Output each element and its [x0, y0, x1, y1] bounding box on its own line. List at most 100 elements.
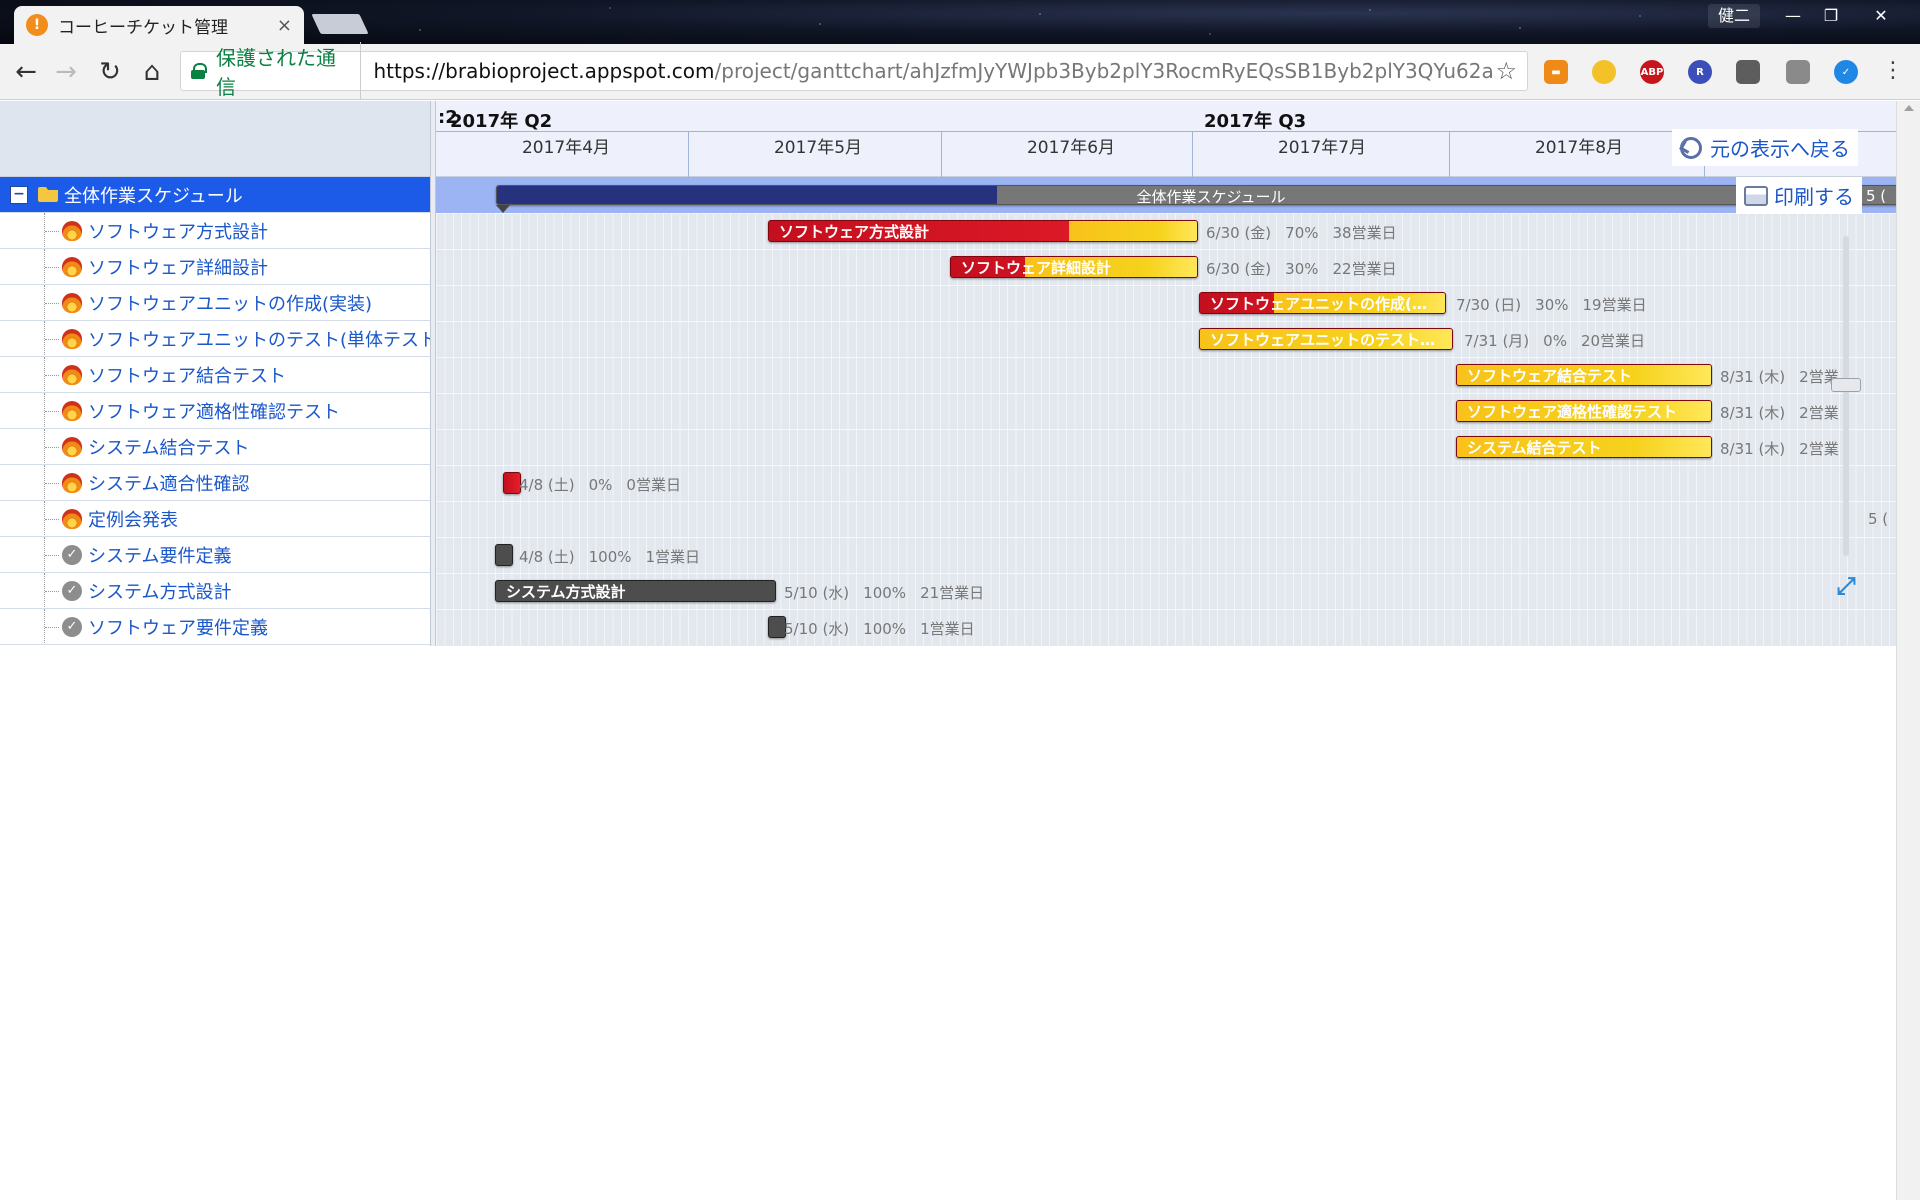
- grid-row-line: [436, 321, 1920, 322]
- reload-icon[interactable]: ↻: [90, 52, 130, 92]
- gantt-bar[interactable]: ソフトウェア結合テスト: [1456, 364, 1712, 386]
- tab-title: コーヒーチケット管理: [58, 17, 228, 38]
- extension-icon[interactable]: [1592, 60, 1616, 84]
- forward-icon[interactable]: →: [46, 52, 86, 92]
- grid-row-line: [436, 249, 1920, 250]
- extension-icon[interactable]: R: [1688, 60, 1712, 84]
- url-host: https://brabioproject.appspot.com: [373, 59, 715, 83]
- tree-row[interactable]: ソフトウェア適格性確認テスト: [0, 393, 430, 429]
- gantt-bar[interactable]: システム方式設計: [495, 580, 776, 602]
- zoom-slider-track[interactable]: [1843, 236, 1849, 556]
- check-icon: ✓: [62, 616, 82, 637]
- scroll-up-icon[interactable]: [1904, 105, 1914, 111]
- month-label: 2017年5月: [773, 138, 863, 158]
- fire-icon: [62, 328, 82, 349]
- annotation-end: 6/30 (金): [1206, 224, 1272, 242]
- bar-annotation: 7/31 (月) 0% 20営業日: [1464, 330, 1659, 351]
- annotation-end: 4/8 (土): [519, 548, 575, 566]
- minimize-button[interactable]: —: [1774, 2, 1812, 28]
- tree-row[interactable]: ソフトウェア方式設計: [0, 213, 430, 249]
- tree-row[interactable]: システム結合テスト: [0, 429, 430, 465]
- gantt-bar[interactable]: ソフトウェア詳細設計: [950, 256, 1198, 278]
- tree-connector: [44, 537, 59, 572]
- fire-icon: [62, 220, 82, 241]
- back-to-default-label: 元の表示へ戻る: [1710, 137, 1850, 161]
- zoom-slider-thumb[interactable]: [1831, 378, 1861, 392]
- restore-button[interactable]: ❐: [1812, 2, 1850, 28]
- page-scrollbar[interactable]: [1896, 101, 1920, 1200]
- root-edge-text: 5 (: [1866, 187, 1887, 205]
- extension-icon[interactable]: ✓: [1834, 60, 1858, 84]
- annotation-days: 2営業: [1799, 440, 1839, 458]
- back-icon[interactable]: ←: [6, 52, 46, 92]
- annotation-pct: 100%: [863, 584, 907, 602]
- bar-annotation: 8/31 (木) 2営業: [1720, 438, 1853, 459]
- tree-connector: [44, 609, 59, 644]
- tree-row[interactable]: システム適合性確認: [0, 465, 430, 501]
- gantt-bar[interactable]: システム結合テスト: [1456, 436, 1712, 458]
- new-tab-button[interactable]: [311, 14, 369, 34]
- print-button[interactable]: 印刷する: [1736, 177, 1862, 214]
- grid-row-line: [436, 573, 1920, 574]
- tree-row[interactable]: ソフトウェアユニットのテスト(単体テスト: [0, 321, 430, 357]
- tree-item-label: システム方式設計: [88, 581, 232, 603]
- profile-button[interactable]: 健二: [1708, 4, 1761, 28]
- gantt-app: − 全体作業スケジュール ソフトウェア方式設計 ソフトウェア詳細設計 ソフトウェアユ…: [0, 101, 1920, 1200]
- month-label: 2017年7月: [1277, 138, 1367, 158]
- annotation-end: 5/10 (水): [784, 620, 850, 638]
- gantt-bar[interactable]: ソフトウェア方式設計: [768, 220, 1198, 242]
- extension-icon[interactable]: [1736, 60, 1760, 84]
- extension-icon[interactable]: ▬: [1544, 60, 1568, 84]
- tree-connector: [44, 249, 59, 284]
- lock-icon: [191, 63, 208, 79]
- browser-menu-icon[interactable]: ⋮: [1882, 58, 1904, 83]
- annotation-days: 20営業日: [1580, 332, 1646, 350]
- undo-icon: [1680, 136, 1702, 159]
- annotation-end: 5/10 (水): [784, 584, 850, 602]
- browser-tab[interactable]: ! コーヒーチケット管理 ×: [14, 6, 304, 44]
- home-icon[interactable]: ⌂: [132, 52, 172, 92]
- annotation-days: 21営業日: [920, 584, 985, 602]
- tree-row[interactable]: ✓ システム方式設計: [0, 573, 430, 609]
- tree-row[interactable]: ソフトウェア結合テスト: [0, 357, 430, 393]
- tree-row-root[interactable]: − 全体作業スケジュール: [0, 177, 430, 213]
- annotation-days: 0営業日: [626, 476, 681, 494]
- tree-row[interactable]: ソフトウェア詳細設計: [0, 249, 430, 285]
- adblock-icon[interactable]: ABP: [1640, 60, 1664, 84]
- bar-annotation: 6/30 (金) 70% 38営業日: [1206, 222, 1411, 243]
- bar-annotation: 7/30 (日) 30% 19営業日: [1456, 294, 1661, 315]
- gantt-bar[interactable]: ソフトウェアユニットの作成(…: [1199, 292, 1446, 314]
- tree-row[interactable]: ✓ ソフトウェア要件定義: [0, 609, 430, 645]
- fullscreen-icon[interactable]: ⤢: [1834, 574, 1858, 598]
- tree-item-label: ソフトウェアユニットの作成(実装): [88, 293, 373, 315]
- folder-icon: [38, 187, 58, 202]
- gantt-bar[interactable]: ソフトウェアユニットのテスト…: [1199, 328, 1453, 350]
- extension-icon[interactable]: [1786, 60, 1810, 84]
- gantt-milestone[interactable]: [495, 544, 513, 566]
- gantt-bar-label: ソフトウェア方式設計: [779, 223, 930, 241]
- tab-close-icon[interactable]: ×: [277, 15, 292, 36]
- tree-row[interactable]: 定例会発表: [0, 501, 430, 537]
- collapse-icon[interactable]: −: [10, 185, 28, 204]
- tree-connector: [44, 429, 59, 464]
- gantt-chart: :2 2017年 Q2 2017年 Q3 2017年4月 2017年5月 2017年…: [436, 101, 1920, 646]
- browser-toolbar: ← → ↻ ⌂ 保護された通信 https://brabioproject.ap…: [0, 42, 1920, 100]
- tree-item-label: ソフトウェアユニットのテスト(単体テスト: [88, 329, 430, 351]
- annotation-days: 22営業日: [1332, 260, 1397, 278]
- back-to-default-view-button[interactable]: 元の表示へ戻る: [1672, 129, 1858, 166]
- tree-row[interactable]: ✓ システム要件定義: [0, 537, 430, 573]
- gantt-bar[interactable]: ソフトウェア適格性確認テスト: [1456, 400, 1712, 422]
- gantt-bar-root[interactable]: 全体作業スケジュール: [496, 185, 1920, 205]
- annotation-end: 4/8 (土): [519, 476, 575, 494]
- tree-item-label: ソフトウェア詳細設計: [88, 257, 268, 279]
- gantt-bar-label: システム結合テスト: [1467, 439, 1602, 457]
- tree-row[interactable]: ソフトウェアユニットの作成(実装): [0, 285, 430, 321]
- gantt-bar-label: ソフトウェアユニットの作成(…: [1210, 295, 1427, 313]
- annotation-days: 5 (: [1868, 510, 1889, 528]
- tree-connector: [44, 573, 59, 608]
- close-window-button[interactable]: ✕: [1862, 2, 1900, 28]
- annotation-pct: 0%: [1543, 332, 1567, 350]
- bookmark-star-icon[interactable]: ☆: [1495, 57, 1517, 85]
- address-bar[interactable]: 保護された通信 https://brabioproject.appspot.co…: [180, 42, 1528, 100]
- annotation-end: 6/30 (金): [1206, 260, 1272, 278]
